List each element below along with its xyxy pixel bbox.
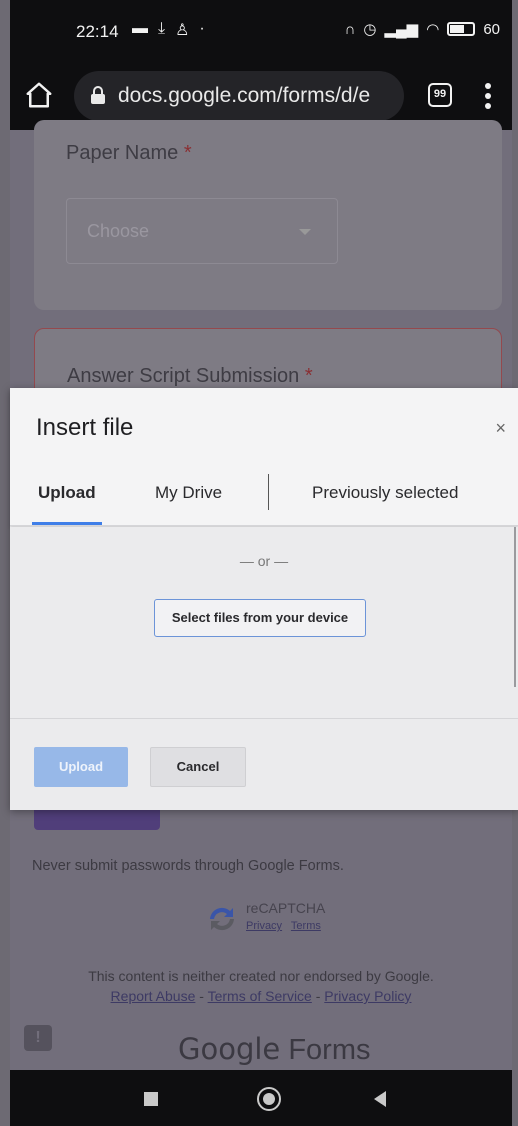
- alarm-icon: ◷: [363, 21, 377, 38]
- tab-previously-selected[interactable]: Previously selected: [312, 483, 458, 503]
- required-mark: *: [304, 365, 313, 387]
- dot-icon: ·: [199, 20, 205, 37]
- terms-of-service-link[interactable]: Terms of Service: [208, 988, 312, 1004]
- report-abuse-link[interactable]: Report Abuse: [111, 988, 196, 1004]
- disclaimer-text: This content is neither created nor endo…: [88, 968, 434, 984]
- tab-divider: [268, 474, 269, 510]
- dialog-header: Insert file × Upload My Drive Previously…: [10, 388, 518, 526]
- recaptcha-terms-link[interactable]: Terms: [291, 920, 321, 932]
- question-title: Answer Script Submission: [67, 365, 300, 387]
- password-warning: Never submit passwords through Google Fo…: [32, 858, 344, 874]
- insert-file-dialog: Insert file × Upload My Drive Previously…: [10, 388, 518, 810]
- recaptcha-badge: reCAPTCHA Privacy Terms: [206, 900, 346, 940]
- upload-button[interactable]: Upload: [34, 747, 128, 787]
- tab-switcher-button[interactable]: 99: [428, 83, 452, 107]
- or-divider: — or —: [239, 553, 289, 569]
- status-bar: 22:14 ▬ ⤓ ♙ · ∩ ◷ ▂▄▆ ◠ 60: [10, 0, 512, 62]
- tab-my-drive[interactable]: My Drive: [155, 483, 222, 503]
- active-tab-indicator: [32, 522, 102, 525]
- dialog-title: Insert file: [36, 414, 134, 441]
- headphones-icon: ∩: [344, 20, 356, 38]
- wifi-icon: ◠: [426, 21, 440, 38]
- person-icon: ♙: [175, 22, 190, 39]
- disclaimer: This content is neither created nor endo…: [10, 966, 512, 1006]
- lock-icon: [91, 86, 105, 104]
- url-text: docs.google.com/forms/d/e: [118, 84, 371, 107]
- paper-name-dropdown[interactable]: Choose: [66, 198, 338, 264]
- dialog-footer: Upload Cancel: [10, 718, 518, 810]
- home-nav-icon[interactable]: [257, 1087, 281, 1111]
- upload-drop-area: — or — Select files from your device: [10, 527, 518, 717]
- footer-links: Report Abuse - Terms of Service - Privac…: [110, 988, 412, 1004]
- google-forms-logo: Google Forms: [178, 1032, 371, 1066]
- dropdown-caret-icon: [299, 229, 311, 235]
- back-icon[interactable]: [374, 1091, 386, 1107]
- cancel-button[interactable]: Cancel: [150, 747, 246, 787]
- battery-percent: 60: [483, 20, 500, 38]
- message-icon: ▬: [132, 20, 148, 37]
- battery-icon: [447, 22, 476, 36]
- scrollbar[interactable]: [514, 527, 516, 687]
- privacy-policy-link[interactable]: Privacy Policy: [324, 988, 411, 1004]
- select-files-button[interactable]: Select files from your device: [154, 599, 366, 637]
- required-mark: *: [183, 142, 192, 164]
- recaptcha-privacy-link[interactable]: Privacy: [246, 920, 282, 932]
- system-nav-bar: [10, 1070, 512, 1126]
- question-title: Paper Name: [66, 142, 179, 164]
- close-icon[interactable]: ×: [495, 418, 506, 439]
- dropdown-placeholder: Choose: [87, 221, 150, 241]
- home-icon[interactable]: [24, 80, 54, 110]
- address-bar[interactable]: docs.google.com/forms/d/e: [74, 71, 404, 121]
- signal-icon: ▂▄▆: [384, 21, 419, 38]
- tab-upload[interactable]: Upload: [38, 483, 96, 503]
- more-options-icon[interactable]: [480, 78, 496, 114]
- recaptcha-title: reCAPTCHA: [246, 900, 326, 916]
- feedback-icon[interactable]: !: [24, 1025, 52, 1051]
- recaptcha-icon: [210, 907, 234, 931]
- status-time: 22:14: [76, 22, 119, 41]
- question-card-paper-name: Paper Name * Choose: [34, 120, 502, 310]
- recents-icon[interactable]: [144, 1092, 158, 1106]
- download-icon: ⤓: [158, 20, 166, 37]
